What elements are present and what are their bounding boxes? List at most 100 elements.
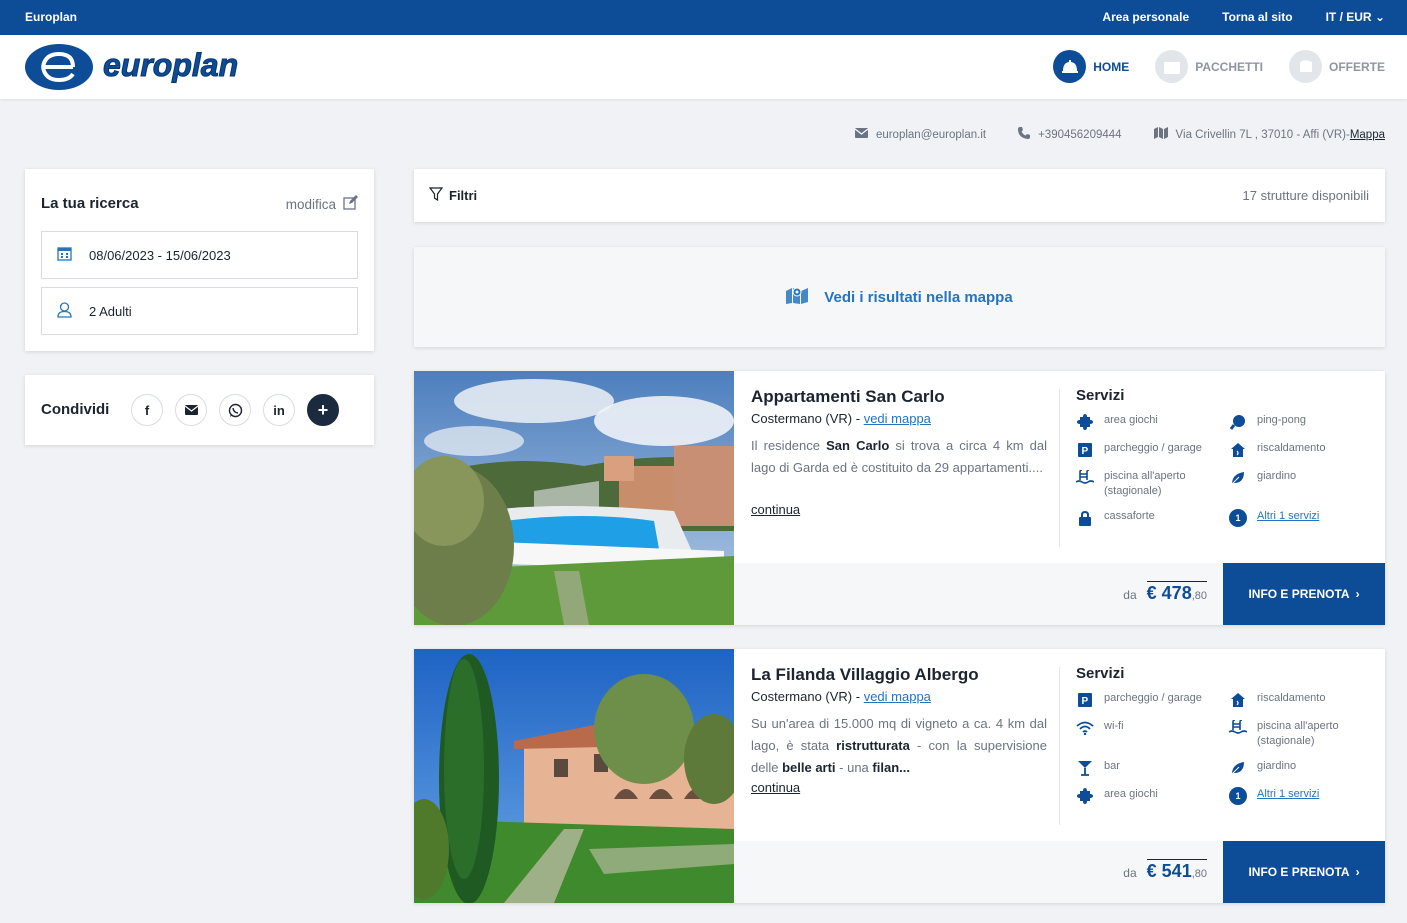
service-item: piscina all'aperto (stagionale)	[1229, 719, 1369, 749]
nav-pacchetti[interactable]: PACCHETTI	[1155, 50, 1263, 83]
service-label: parcheggio / garage	[1104, 442, 1202, 454]
hotel-location-text: Costermano (VR) -	[751, 689, 861, 704]
share-card: Condividi f in +	[25, 375, 374, 445]
service-item: cassaforte	[1076, 509, 1229, 527]
pool-icon	[1229, 719, 1247, 737]
contact-address-text: Via Crivellin 7L , 37010 - Affi (VR)-	[1175, 128, 1350, 141]
continua-link[interactable]: continua	[751, 502, 800, 517]
hotel-card: Appartamenti San Carlo Costermano (VR) -…	[414, 371, 1385, 625]
edit-search-label: modifica	[285, 196, 336, 212]
services-section: Servizi area giochi ping-pong Pparcheggi…	[1076, 387, 1376, 527]
whatsapp-icon[interactable]	[219, 394, 251, 426]
more-services-count: 1	[1229, 509, 1247, 527]
divider	[1059, 389, 1060, 547]
main-nav: HOME PACCHETTI OFFERTE	[1053, 50, 1385, 83]
service-item: Pparcheggio / garage	[1076, 441, 1229, 459]
service-label: piscina all'aperto (stagionale)	[1257, 720, 1339, 747]
more-services[interactable]: 1 Altri 1 servizi	[1229, 787, 1369, 805]
wifi-icon	[1076, 719, 1094, 737]
europlan-logo[interactable]: europlan	[25, 42, 325, 92]
edit-search-button[interactable]: modifica	[286, 195, 358, 213]
heating-icon	[1229, 691, 1247, 709]
price-value: € 541,80	[1146, 859, 1207, 882]
top-links: Area personale Torna al sito IT / EUR ⌄	[1102, 10, 1385, 24]
more-icon[interactable]: +	[307, 394, 339, 426]
puzzle-icon	[1076, 787, 1094, 805]
vedi-mappa-link[interactable]: vedi mappa	[864, 411, 931, 426]
puzzle-icon	[1076, 413, 1094, 431]
chevron-right-icon: ›	[1355, 587, 1360, 601]
header: europlan HOME PACCHETTI OFFERTE	[0, 35, 1407, 99]
filters-bar: Filtri 17 strutture disponibili	[414, 169, 1385, 222]
area-personale-link[interactable]: Area personale	[1102, 10, 1189, 24]
nav-home[interactable]: HOME	[1053, 50, 1129, 83]
service-label: riscaldamento	[1257, 692, 1326, 704]
contact-phone[interactable]: +390456209444	[1018, 127, 1122, 142]
search-title: La tua ricerca	[41, 195, 139, 212]
hotel-name[interactable]: Appartamenti San Carlo	[751, 387, 1047, 407]
desc-part-1: Il residence	[751, 438, 827, 453]
facebook-icon[interactable]: f	[131, 394, 163, 426]
contact-address: Via Crivellin 7L , 37010 - Affi (VR)-Map…	[1153, 127, 1385, 142]
heating-icon	[1229, 441, 1247, 459]
service-item: piscina all'aperto (stagionale)	[1076, 469, 1229, 499]
contact-email-text: europlan@europlan.it	[875, 128, 987, 141]
more-services-count: 1	[1229, 787, 1247, 805]
hotel-description: Su un'area di 15.000 mq di vigneto a ca.…	[751, 713, 1047, 779]
hotel-photo[interactable]	[414, 371, 734, 625]
info-prenota-label: INFO E PRENOTA	[1248, 587, 1350, 601]
user-icon	[57, 301, 72, 321]
linkedin-icon[interactable]: in	[263, 394, 295, 426]
logo-text: europlan	[103, 47, 238, 83]
coins-icon	[1289, 50, 1322, 83]
vedi-mappa-link[interactable]: vedi mappa	[864, 689, 931, 704]
mappa-link[interactable]: Mappa	[1350, 129, 1385, 141]
contact-email[interactable]: europlan@europlan.it	[854, 128, 987, 141]
filters-button[interactable]: Filtri	[428, 187, 478, 204]
top-bar: Europlan Area personale Torna al sito IT…	[0, 0, 1407, 35]
hotel-name[interactable]: La Filanda Villaggio Albergo	[751, 665, 1047, 685]
map-icon	[1153, 127, 1168, 142]
nav-pacchetti-label: PACCHETTI	[1195, 59, 1263, 74]
contact-phone-text: +390456209444	[1038, 128, 1122, 141]
price-decimals: ,80	[1191, 868, 1207, 880]
parking-icon: P	[1076, 691, 1094, 709]
service-label: cassaforte	[1104, 510, 1155, 522]
guests-value: 2 Adulti	[89, 303, 132, 319]
hotel-card: La Filanda Villaggio Albergo Costermano …	[414, 649, 1385, 903]
language-currency-label: IT / EUR	[1325, 10, 1372, 24]
search-card: La tua ricerca modifica 08/06/2023 - 15/…	[25, 169, 374, 351]
results-count: 17 strutture disponibili	[1242, 188, 1369, 203]
info-prenota-button[interactable]: INFO E PRENOTA ›	[1223, 563, 1385, 625]
hotel-photo[interactable]	[414, 649, 734, 903]
more-services[interactable]: 1 Altri 1 servizi	[1229, 509, 1369, 527]
price-integer: € 541	[1146, 861, 1192, 881]
service-item: giardino	[1229, 759, 1369, 777]
map-results-button[interactable]: Vedi i risultati nella mappa	[414, 247, 1385, 347]
share-icons: f in +	[131, 394, 339, 426]
language-currency-selector[interactable]: IT / EUR ⌄	[1326, 10, 1385, 24]
price-prefix: da	[1123, 866, 1137, 880]
nav-offerte[interactable]: OFFERTE	[1289, 50, 1385, 83]
more-services-link[interactable]: Altri 1 servizi	[1257, 787, 1319, 805]
guests-field[interactable]: 2 Adulti	[41, 287, 358, 335]
service-label: wi-fi	[1104, 720, 1124, 732]
service-item: area giochi	[1076, 413, 1229, 431]
phone-icon	[1018, 127, 1031, 142]
torna-al-sito-link[interactable]: Torna al sito	[1222, 10, 1292, 24]
continua-link[interactable]: continua	[751, 780, 800, 795]
more-services-link[interactable]: Altri 1 servizi	[1257, 509, 1319, 527]
price-decimals: ,80	[1191, 590, 1207, 602]
pool-icon	[1076, 469, 1094, 487]
chevron-down-icon: ⌄	[1374, 10, 1385, 24]
info-prenota-button[interactable]: INFO E PRENOTA ›	[1223, 841, 1385, 903]
email-icon[interactable]	[175, 394, 207, 426]
hotel-info: La Filanda Villaggio Albergo Costermano …	[751, 649, 1047, 797]
service-item: Pparcheggio / garage	[1076, 691, 1229, 709]
filters-label: Filtri	[449, 188, 478, 203]
hotel-description: Il residence San Carlo si trova a circa …	[751, 435, 1047, 501]
date-range-field[interactable]: 08/06/2023 - 15/06/2023	[41, 231, 358, 279]
service-item: riscaldamento	[1229, 691, 1369, 709]
gift-icon	[1155, 50, 1189, 83]
info-prenota-label: INFO E PRENOTA	[1248, 865, 1350, 879]
